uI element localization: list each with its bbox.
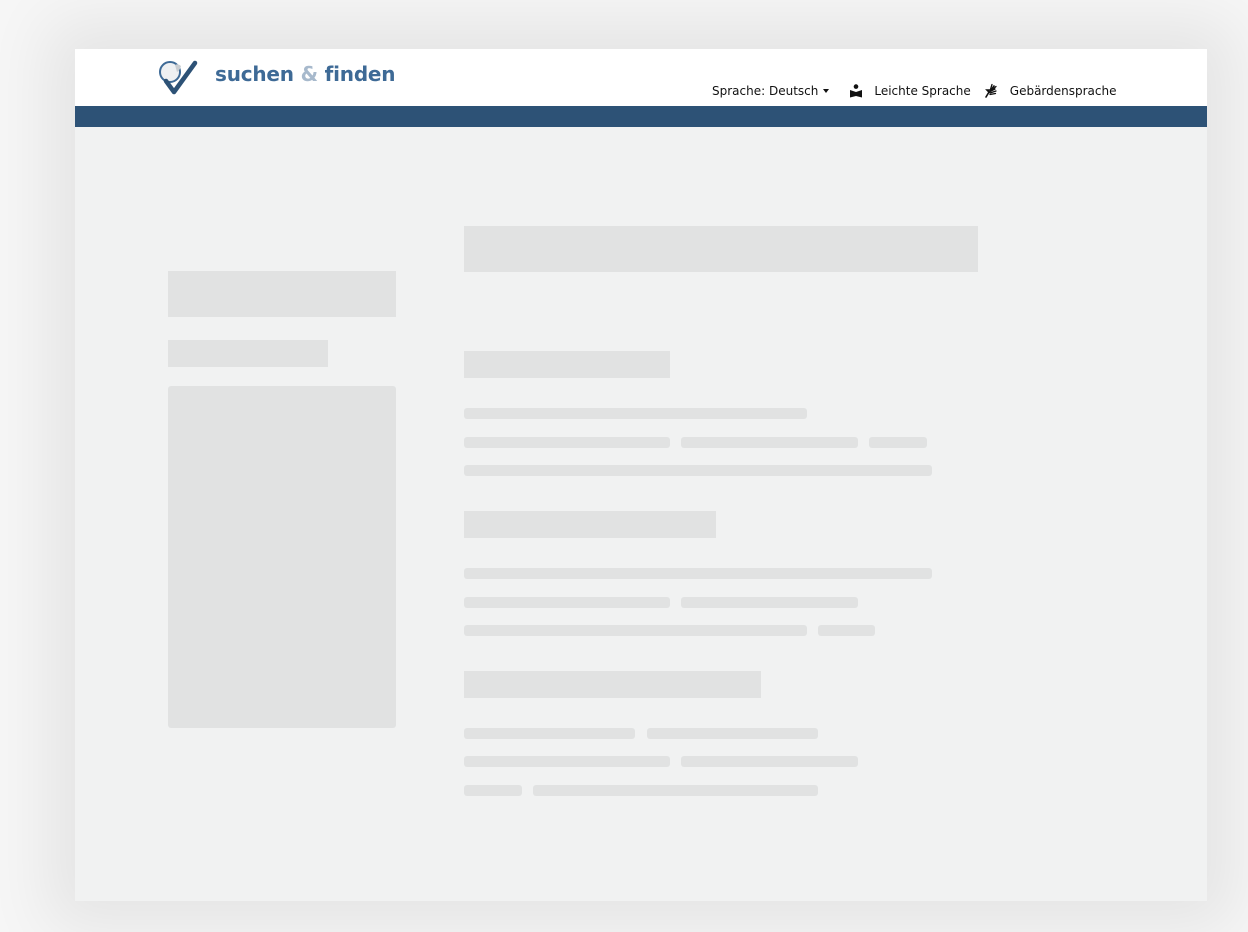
skeleton-text-line — [464, 597, 670, 608]
language-dropdown[interactable]: Sprache: Deutsch — [712, 83, 830, 98]
site-header: suchen & finden Sprache: Deutsch Leichte… — [75, 49, 1207, 106]
skeleton-sidebar-title — [168, 271, 396, 317]
browser-page: suchen & finden Sprache: Deutsch Leichte… — [75, 49, 1207, 901]
magnifier-checkmark-icon — [157, 55, 211, 99]
skeleton-text-line — [818, 625, 875, 636]
skeleton-text-line — [464, 568, 932, 579]
skeleton-text-line — [681, 437, 858, 448]
skeleton-section-heading — [464, 351, 670, 378]
skeleton-text-line — [464, 465, 932, 476]
skeleton-text-line — [464, 756, 670, 767]
logo-wordmark: suchen & finden — [215, 62, 396, 86]
caret-down-icon — [823, 88, 830, 93]
skeleton-text-line — [533, 785, 818, 796]
sign-language-label: Gebärdensprache — [1009, 83, 1117, 98]
skeleton-page-heading — [464, 226, 978, 272]
logo-word-suchen: suchen — [215, 62, 294, 86]
skeleton-section-heading — [464, 511, 716, 538]
logo-ampersand: & — [300, 62, 318, 86]
top-navigation: Sprache: Deutsch Leichte Sprache Gebärde… — [712, 83, 1117, 98]
sign-language-hands-icon — [983, 83, 999, 98]
easy-language-link[interactable]: Leichte Sprache — [849, 83, 971, 98]
skeleton-text-line — [464, 785, 522, 796]
reading-person-icon — [849, 83, 863, 98]
skeleton-text-line — [464, 728, 635, 739]
logo-word-finden: finden — [324, 62, 396, 86]
skeleton-text-line — [464, 408, 807, 419]
skeleton-sidebar-subtitle — [168, 340, 328, 367]
skeleton-sidebar-panel — [168, 386, 396, 728]
sign-language-link[interactable]: Gebärdensprache — [983, 83, 1117, 98]
skeleton-text-line — [869, 437, 927, 448]
easy-language-label: Leichte Sprache — [874, 83, 971, 98]
language-label: Sprache: Deutsch — [712, 83, 819, 98]
skeleton-section-heading — [464, 671, 761, 698]
skeleton-text-line — [464, 437, 670, 448]
skeleton-text-line — [647, 728, 818, 739]
skeleton-text-line — [681, 597, 858, 608]
skeleton-text-line — [681, 756, 858, 767]
skeleton-text-line — [464, 625, 807, 636]
site-logo[interactable]: suchen & finden — [157, 55, 396, 99]
header-band — [75, 106, 1207, 127]
